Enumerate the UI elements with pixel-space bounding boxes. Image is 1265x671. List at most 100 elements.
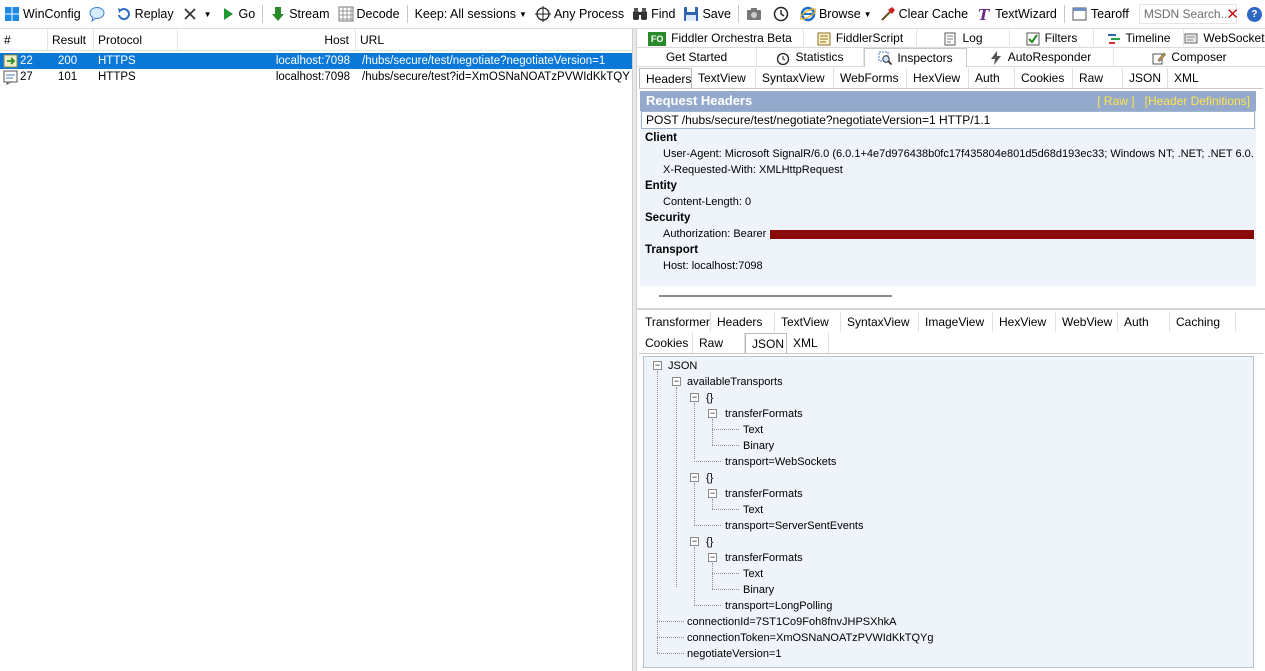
req-tab-xml[interactable]: XML — [1168, 68, 1208, 88]
collapse-toggle-icon[interactable]: − — [690, 393, 699, 402]
json-node-value[interactable]: Binary — [743, 583, 774, 597]
textwizard-button[interactable]: T TextWizard — [972, 3, 1061, 25]
resp-tab-webview[interactable]: WebView — [1056, 312, 1118, 332]
screenshot-button[interactable] — [742, 3, 769, 25]
resp-tab-transformer[interactable]: Transformer — [639, 312, 711, 332]
header-group-transport[interactable]: Transport — [640, 242, 1256, 258]
tab-fiddler-orchestra[interactable]: FO Fiddler Orchestra Beta — [637, 29, 804, 48]
req-tab-textview[interactable]: TextView — [692, 68, 756, 88]
clear-cache-button[interactable]: Clear Cache — [876, 3, 972, 25]
resp-tab-syntaxview[interactable]: SyntaxView — [841, 312, 919, 332]
tab-composer[interactable]: Composer — [1114, 48, 1265, 67]
req-tab-syntaxview[interactable]: SyntaxView — [756, 68, 834, 88]
tab-websocket[interactable]: WebSocket — [1184, 29, 1265, 48]
req-tab-webforms[interactable]: WebForms — [834, 68, 907, 88]
collapse-toggle-icon[interactable]: − — [708, 409, 717, 418]
header-user-agent[interactable]: User-Agent: Microsoft SignalR/6.0 (6.0.1… — [640, 146, 1256, 162]
collapse-toggle-icon[interactable]: − — [672, 377, 681, 386]
msdn-search-input[interactable]: MSDN Search... — [1138, 4, 1237, 24]
help-icon[interactable]: ? — [1246, 6, 1262, 22]
json-node-transport[interactable]: transport=LongPolling — [725, 599, 832, 613]
json-node-transfer-formats[interactable]: transferFormats — [725, 407, 803, 421]
resp-tab-xml[interactable]: XML — [787, 333, 829, 353]
collapse-toggle-icon[interactable]: − — [708, 489, 717, 498]
resp-tab-imageview[interactable]: ImageView — [919, 312, 993, 332]
json-node-connection-token[interactable]: connectionToken=XmOSNaNOATzPVWIdKkTQYg — [687, 631, 933, 645]
keep-sessions-dropdown[interactable]: Keep: All sessions ▼ — [411, 3, 531, 25]
tab-inspectors[interactable]: Inspectors — [864, 48, 967, 67]
req-tab-cookies[interactable]: Cookies — [1015, 68, 1073, 88]
resp-tab-json[interactable]: JSON — [745, 333, 787, 353]
raw-link[interactable]: [ Raw ] — [1097, 94, 1134, 108]
header-group-security[interactable]: Security — [640, 210, 1256, 226]
json-node-transport[interactable]: transport=WebSockets — [725, 455, 836, 469]
col-header-result[interactable]: Result — [48, 29, 94, 51]
header-host[interactable]: Host: localhost:7098 — [640, 258, 1256, 274]
tab-statistics[interactable]: Statistics — [757, 48, 864, 67]
resp-tab-auth[interactable]: Auth — [1118, 312, 1170, 332]
session-row[interactable]: 27 101 HTTPS localhost:7098 /hubs/secure… — [0, 69, 632, 85]
timer-button[interactable] — [769, 3, 796, 25]
tab-autoresponder[interactable]: AutoResponder — [967, 48, 1114, 67]
resp-tab-cookies[interactable]: Cookies — [639, 333, 693, 353]
tab-fiddlerscript[interactable]: FiddlerScript — [804, 29, 917, 48]
tab-filters[interactable]: Filters — [1010, 29, 1094, 48]
collapse-toggle-icon[interactable]: − — [690, 537, 699, 546]
sessions-list[interactable]: # Result Protocol Host URL 22 200 HTTPS … — [0, 29, 632, 671]
header-content-length[interactable]: Content-Length: 0 — [640, 194, 1256, 210]
stream-button[interactable]: Stream — [266, 3, 333, 25]
req-tab-json[interactable]: JSON — [1123, 68, 1168, 88]
collapse-toggle-icon[interactable]: − — [708, 553, 717, 562]
any-process-button[interactable]: Any Process — [531, 3, 628, 25]
winconfig-button[interactable]: WinConfig — [0, 3, 85, 25]
tearoff-button[interactable]: Tearoff — [1068, 3, 1133, 25]
resp-tab-raw[interactable]: Raw — [693, 333, 745, 353]
find-button[interactable]: Find — [628, 3, 679, 25]
json-node-negotiate-version[interactable]: negotiateVersion=1 — [687, 647, 782, 661]
json-node-value[interactable]: Text — [743, 423, 763, 437]
req-tab-auth[interactable]: Auth — [969, 68, 1015, 88]
json-node-available-transports[interactable]: availableTransports — [687, 375, 783, 389]
go-button[interactable]: Go — [216, 3, 260, 25]
json-node-transport[interactable]: transport=ServerSentEvents — [725, 519, 864, 533]
col-header-url[interactable]: URL — [356, 29, 632, 51]
req-tab-hexview[interactable]: HexView — [907, 68, 969, 88]
req-tab-headers[interactable]: Headers — [639, 68, 692, 88]
header-group-entity[interactable]: Entity — [640, 178, 1256, 194]
horizontal-scrollbar[interactable] — [659, 295, 892, 297]
json-node-object[interactable]: {} — [706, 471, 713, 485]
tab-log[interactable]: Log — [917, 29, 1010, 48]
req-tab-raw[interactable]: Raw — [1073, 68, 1123, 88]
decode-button[interactable]: Decode — [334, 3, 404, 25]
session-row[interactable]: 22 200 HTTPS localhost:7098 /hubs/secure… — [0, 53, 632, 69]
header-definitions-link[interactable]: [Header Definitions] — [1145, 94, 1250, 108]
col-header-protocol[interactable]: Protocol — [94, 29, 178, 51]
json-node-value[interactable]: Text — [743, 503, 763, 517]
resp-tab-headers[interactable]: Headers — [711, 312, 775, 332]
json-tree-view[interactable]: − − − − − − − − JSON availableTransports… — [643, 356, 1254, 668]
browse-button[interactable]: Browse ▼ — [796, 3, 876, 25]
col-header-host[interactable]: Host — [178, 29, 356, 51]
resp-tab-textview[interactable]: TextView — [775, 312, 841, 332]
json-node-connection-id[interactable]: connectionId=7ST1Co9Foh8fnvJHPSXhkA — [687, 615, 896, 629]
resp-tab-caching[interactable]: Caching — [1170, 312, 1236, 332]
json-node-value[interactable]: Binary — [743, 439, 774, 453]
request-line[interactable]: POST /hubs/secure/test/negotiate?negotia… — [641, 111, 1255, 129]
tab-timeline[interactable]: Timeline — [1094, 29, 1184, 48]
remove-sessions-button[interactable]: ▼ — [178, 3, 216, 25]
col-header-number[interactable]: # — [0, 29, 48, 51]
json-node-value[interactable]: Text — [743, 567, 763, 581]
json-node-transfer-formats[interactable]: transferFormats — [725, 551, 803, 565]
header-group-client[interactable]: Client — [640, 130, 1256, 146]
header-x-requested-with[interactable]: X-Requested-With: XMLHttpRequest — [640, 162, 1256, 178]
replay-button[interactable]: Replay — [112, 3, 178, 25]
json-node-object[interactable]: {} — [706, 535, 713, 549]
json-node-root[interactable]: JSON — [668, 359, 697, 373]
header-authorization[interactable]: Authorization: Bearer — [640, 226, 1256, 242]
tab-get-started[interactable]: Get Started — [637, 48, 757, 67]
panel-divider[interactable] — [637, 308, 1265, 310]
comment-button[interactable] — [85, 3, 112, 25]
close-icon[interactable]: ✕ — [1226, 5, 1239, 23]
json-node-object[interactable]: {} — [706, 391, 713, 405]
resp-tab-hexview[interactable]: HexView — [993, 312, 1056, 332]
